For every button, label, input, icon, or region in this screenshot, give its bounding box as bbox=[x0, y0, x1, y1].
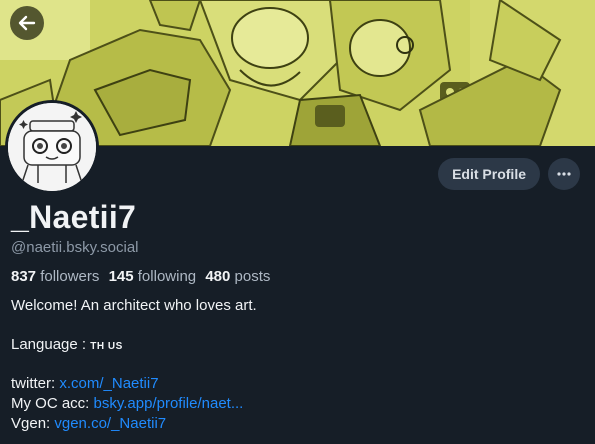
bio: Welcome! An architect who loves art. Lan… bbox=[11, 296, 581, 434]
handle: @naetii.bsky.social bbox=[11, 239, 139, 256]
bio-oc-label: My OC acc: bbox=[11, 395, 90, 412]
bio-language-label: Language : bbox=[11, 336, 87, 353]
posts-stat: 480 posts bbox=[205, 268, 270, 285]
bio-oc-line: My OC acc: bsky.app/profile/naet... bbox=[11, 394, 581, 414]
profile-actions: Edit Profile bbox=[438, 158, 580, 190]
edit-profile-button[interactable]: Edit Profile bbox=[438, 158, 540, 190]
bio-twitter-line: twitter: x.com/_Naetii7 bbox=[11, 374, 581, 394]
bio-welcome: Welcome! An architect who loves art. bbox=[11, 297, 257, 314]
vgen-link[interactable]: vgen.co/_Naetii7 bbox=[54, 415, 166, 432]
oc-account-link[interactable]: bsky.app/profile/naet... bbox=[94, 395, 244, 412]
following-label: following bbox=[137, 268, 197, 285]
bio-twitter-label: twitter: bbox=[11, 375, 56, 392]
bio-language-flags: TH US bbox=[90, 341, 123, 352]
profile-stats: 837 followers 145 following 480 posts bbox=[11, 267, 581, 287]
following-count: 145 bbox=[108, 268, 134, 285]
followers-count: 837 bbox=[11, 268, 37, 285]
bio-spacer bbox=[11, 316, 581, 335]
ellipsis-icon bbox=[557, 172, 571, 176]
bio-vgen-label: Vgen: bbox=[11, 415, 51, 432]
bio-language-line: Language : TH US bbox=[11, 335, 581, 355]
bio-vgen-line: Vgen: vgen.co/_Naetii7 bbox=[11, 414, 581, 434]
bio-spacer bbox=[11, 355, 581, 374]
display-name: _Naetii7 bbox=[11, 199, 137, 235]
twitter-link[interactable]: x.com/_Naetii7 bbox=[59, 375, 158, 392]
profile-info: _Naetii7 @naetii.bsky.social 837 followe… bbox=[11, 197, 581, 434]
posts-label: posts bbox=[234, 268, 271, 285]
followers-stat[interactable]: 837 followers bbox=[11, 268, 99, 285]
followers-label: followers bbox=[40, 268, 100, 285]
posts-count: 480 bbox=[205, 268, 231, 285]
back-button[interactable] bbox=[10, 6, 44, 40]
avatar-image bbox=[8, 103, 96, 191]
more-options-button[interactable] bbox=[548, 158, 580, 190]
avatar[interactable] bbox=[5, 100, 99, 194]
arrow-left-icon bbox=[18, 15, 36, 31]
following-stat[interactable]: 145 following bbox=[109, 268, 197, 285]
